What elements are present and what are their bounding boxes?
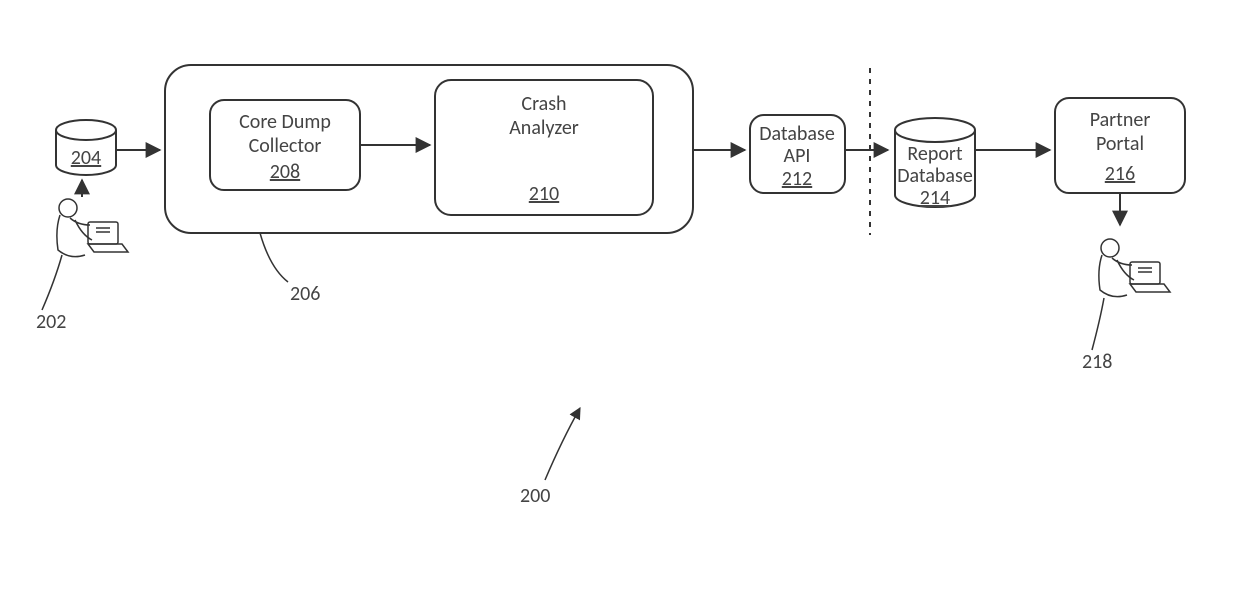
ref-202: 202 — [36, 310, 66, 334]
ref-212: 212 — [782, 167, 812, 191]
label-208-l1: Core Dump — [239, 110, 331, 134]
container-206 — [165, 65, 693, 233]
label-208-l2: Collector — [249, 134, 322, 158]
ref-216: 216 — [1105, 162, 1135, 186]
label-212-l1: Database — [759, 122, 835, 146]
ref-210: 210 — [529, 182, 559, 206]
user-202 — [57, 199, 128, 257]
ref-214: 214 — [920, 186, 950, 210]
label-216-l2: Portal — [1096, 132, 1144, 156]
label-210-l1: Crash — [521, 92, 566, 116]
label-214-l1: Report — [907, 142, 962, 166]
report-database-214: Report Database 214 — [895, 118, 975, 210]
ref-218: 218 — [1082, 350, 1112, 374]
label-212-l2: API — [784, 144, 811, 168]
user-218 — [1099, 239, 1170, 297]
ref-206: 206 — [290, 282, 320, 306]
ref-204: 204 — [71, 146, 101, 170]
ref-208: 208 — [270, 160, 300, 184]
ref-200: 200 — [520, 484, 550, 508]
database-204: 204 — [56, 120, 116, 175]
label-216-l1: Partner — [1090, 108, 1151, 132]
diagram-canvas: 204 202 206 Core Dump Collector 208 Cras… — [0, 0, 1240, 598]
label-210-l2: Analyzer — [509, 116, 579, 140]
label-214-l2: Database — [897, 164, 973, 188]
